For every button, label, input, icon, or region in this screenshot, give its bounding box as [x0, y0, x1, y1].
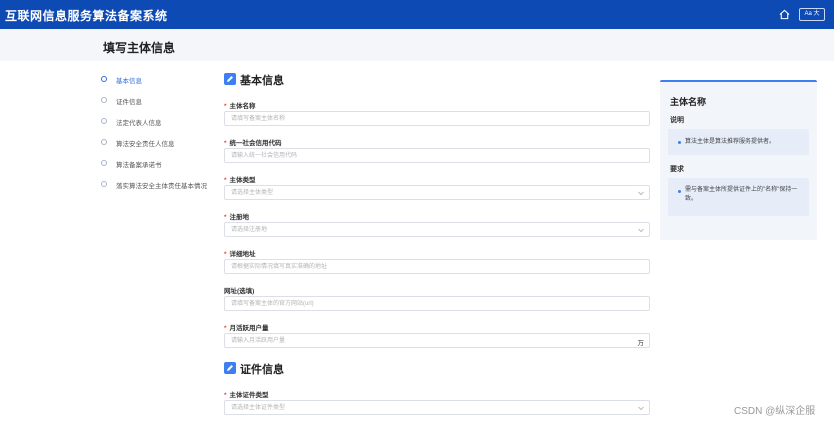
required-mark: *	[224, 392, 227, 399]
step-item-security-officer[interactable]: 算法安全责任人信息	[101, 136, 241, 148]
required-mark: *	[224, 103, 227, 110]
credit-code-label: * 统一社会信用代码	[224, 140, 282, 147]
chevron-down-icon	[638, 228, 644, 233]
help-desc-card: 算法主体是算法推荐服务提供者。	[668, 129, 809, 155]
cert-type-select[interactable]	[224, 400, 650, 415]
help-req-card: 需与备案主体所提供证件上的"名称"保持一致。	[668, 178, 809, 216]
mau-label: * 月活跃用户量	[224, 325, 269, 332]
step-label: 算法安全责任人信息	[116, 141, 175, 148]
website-input[interactable]	[231, 299, 631, 309]
step-item-responsibility[interactable]: 落实算法安全主体责任基本情况	[101, 178, 241, 190]
chevron-down-icon	[638, 191, 644, 196]
step-dot-icon	[101, 97, 107, 103]
cert-type-input[interactable]	[231, 403, 631, 413]
required-mark: *	[224, 177, 227, 184]
type-select[interactable]	[224, 185, 650, 200]
required-mark: *	[224, 140, 227, 147]
step-dot-icon	[101, 181, 107, 187]
step-label: 算法备案承诺书	[116, 162, 162, 169]
step-label: 落实算法安全主体责任基本情况	[116, 183, 207, 190]
bullet-icon	[678, 141, 681, 144]
name-field[interactable]	[224, 111, 650, 126]
name-input[interactable]	[231, 114, 631, 124]
edit-icon	[224, 73, 236, 85]
bullet-icon	[678, 190, 681, 193]
step-dot-icon	[101, 139, 107, 145]
help-req-heading: 要求	[670, 166, 684, 173]
address-label: * 详细地址	[224, 251, 256, 258]
website-label: 网址(选填)	[224, 288, 255, 295]
step-item-basic[interactable]: 基本信息	[101, 73, 241, 85]
step-dot-icon	[101, 76, 107, 82]
page-title: 填写主体信息	[103, 41, 176, 55]
step-label: 证件信息	[116, 99, 142, 106]
app-title: 互联网信息服务算法备案系统	[5, 9, 168, 23]
help-panel: 主体名称 说明 算法主体是算法推荐服务提供者。 要求 需与备案主体所提供证件上的…	[660, 80, 817, 240]
section-title: 基本信息	[240, 75, 284, 87]
section-title: 证件信息	[240, 364, 284, 376]
edit-icon	[224, 362, 236, 374]
required-mark: *	[224, 214, 227, 221]
step-item-commitment[interactable]: 算法备案承诺书	[101, 157, 241, 169]
required-mark: *	[224, 325, 227, 332]
help-req-text: 需与备案主体所提供证件上的"名称"保持一致。	[685, 187, 798, 202]
reg-place-input[interactable]	[231, 225, 631, 235]
credit-code-input[interactable]	[231, 151, 631, 161]
help-desc-text: 算法主体是算法推荐服务提供者。	[685, 139, 776, 145]
mau-unit: 万	[637, 340, 645, 347]
type-label: * 主体类型	[224, 177, 256, 184]
credit-code-field[interactable]	[224, 148, 650, 163]
mau-input[interactable]	[231, 336, 631, 346]
help-desc-heading: 说明	[670, 117, 684, 124]
top-bar: 互联网信息服务算法备案系统 Aa 大	[0, 0, 834, 29]
required-mark: *	[224, 251, 227, 258]
step-item-cert[interactable]: 证件信息	[101, 94, 241, 106]
cert-type-label: * 主体证件类型	[224, 392, 269, 399]
font-size-button[interactable]: Aa 大	[799, 8, 825, 21]
step-dot-icon	[101, 160, 107, 166]
mau-field[interactable]: 万	[224, 333, 650, 348]
address-input[interactable]	[231, 262, 631, 272]
website-field[interactable]	[224, 296, 650, 311]
reg-place-label: * 注册地	[224, 214, 250, 221]
step-item-legal-rep[interactable]: 法定代表人信息	[101, 115, 241, 127]
step-dot-icon	[101, 118, 107, 124]
name-label: * 主体名称	[224, 103, 256, 110]
help-title: 主体名称	[670, 97, 707, 107]
step-label: 法定代表人信息	[116, 120, 162, 127]
step-label: 基本信息	[116, 78, 142, 85]
watermark: CSDN @纵深企服	[734, 406, 816, 417]
address-field[interactable]	[224, 259, 650, 274]
reg-place-select[interactable]	[224, 222, 650, 237]
chevron-down-icon	[638, 406, 644, 411]
home-icon[interactable]	[779, 9, 790, 20]
page-header: 填写主体信息	[0, 29, 834, 61]
type-input[interactable]	[231, 188, 631, 198]
